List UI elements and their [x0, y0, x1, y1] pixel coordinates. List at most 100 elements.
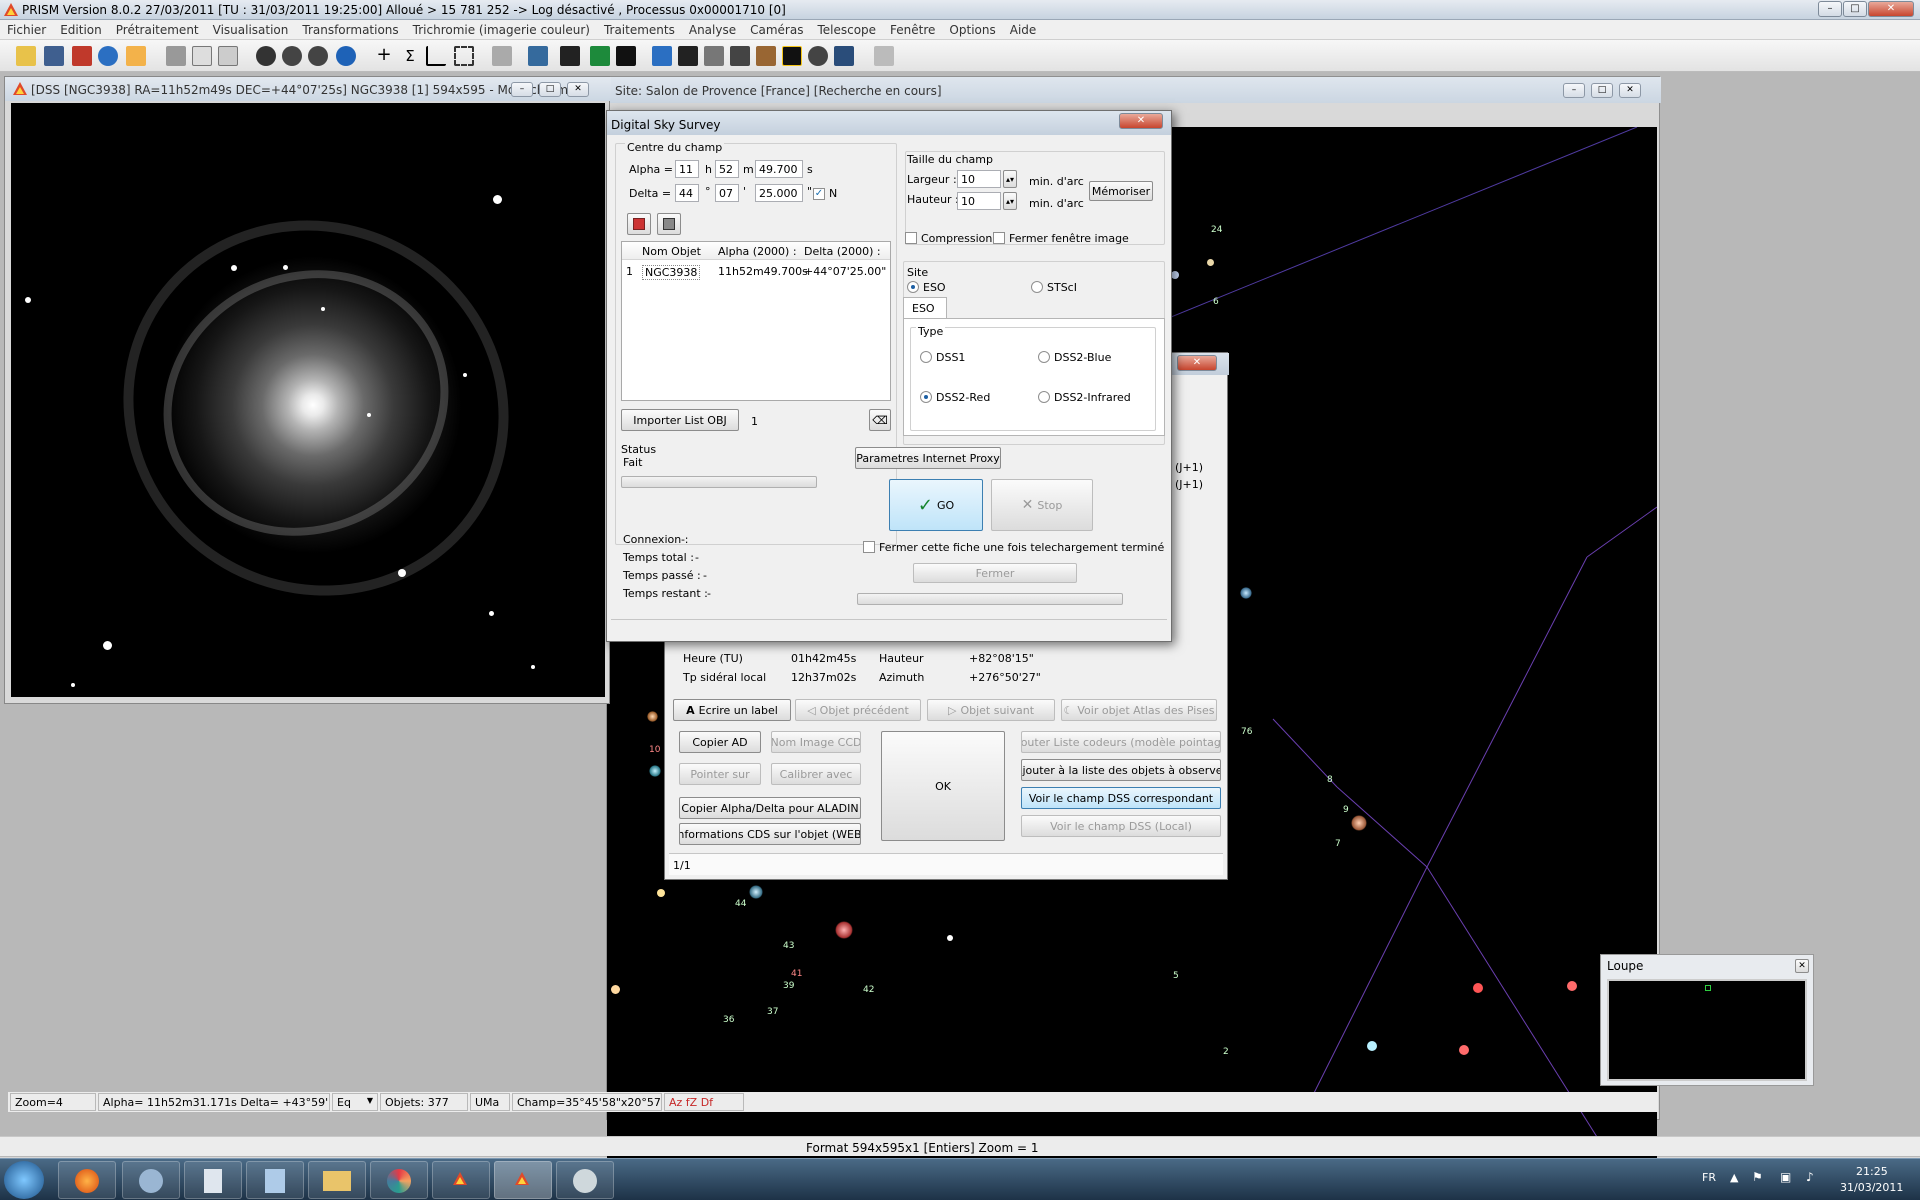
copier-aladin-button[interactable]: Copier Alpha/Delta pour ALADIN	[679, 797, 861, 819]
save-red-icon[interactable]	[72, 46, 92, 66]
menu-aide[interactable]: Aide	[1003, 20, 1044, 37]
tray-chevron-icon[interactable]: ▲	[1730, 1171, 1738, 1184]
img-minimize-button[interactable]: –	[511, 82, 533, 97]
map-maximize-button[interactable]: □	[1591, 83, 1613, 98]
fermer-fenetre-image-checkbox[interactable]	[993, 232, 1005, 244]
alpha-minutes-input[interactable]: 52	[715, 160, 739, 178]
calibrer-avec-button[interactable]: Calibrer avec	[771, 763, 861, 785]
compression-checkbox[interactable]	[905, 232, 917, 244]
prism-taskbar-icon[interactable]	[432, 1161, 490, 1199]
minimize-button[interactable]: –	[1818, 1, 1842, 17]
tab-eso[interactable]: ESO	[903, 297, 947, 319]
paste-icon[interactable]	[218, 46, 238, 66]
menu-edition[interactable]: Edition	[53, 20, 109, 37]
fermer-fiche-checkbox[interactable]	[863, 541, 875, 553]
voir-atlas-button[interactable]: ☾ Voir objet Atlas des Pises	[1061, 699, 1217, 721]
object-dialog-close-button[interactable]: ✕	[1177, 355, 1217, 371]
proxy-button[interactable]: Parametres Internet Proxy	[855, 447, 1001, 469]
maximize-button[interactable]: □	[1843, 1, 1867, 17]
menu-trichromie[interactable]: Trichromie (imagerie couleur)	[406, 20, 597, 37]
language-indicator[interactable]: FR	[1702, 1171, 1716, 1184]
galaxy-image[interactable]	[11, 103, 605, 697]
calculator-icon[interactable]	[184, 1161, 242, 1199]
site-eso-radio[interactable]	[907, 281, 919, 293]
pen-icon[interactable]	[704, 46, 724, 66]
voir-champ-dss-local-button[interactable]: Voir le champ DSS (Local)	[1021, 815, 1221, 837]
undo-icon[interactable]	[166, 46, 186, 66]
volume-icon[interactable]: ♪	[1806, 1170, 1814, 1184]
stop-button[interactable]: ✕ Stop	[991, 479, 1093, 531]
largeur-input[interactable]: 10	[957, 170, 1001, 188]
target-icon[interactable]	[808, 46, 828, 66]
menu-analyse[interactable]: Analyse	[682, 20, 743, 37]
grid-icon[interactable]	[756, 46, 776, 66]
network-icon[interactable]: ▣	[1780, 1170, 1791, 1184]
people-icon[interactable]	[652, 46, 672, 66]
notes-icon[interactable]	[246, 1161, 304, 1199]
select-rect-icon[interactable]	[454, 46, 474, 66]
menu-traitements[interactable]: Traitements	[597, 20, 682, 37]
paste-object-button[interactable]	[657, 213, 681, 235]
star-icon[interactable]	[782, 46, 802, 66]
menu-pretraitement[interactable]: Prétraitement	[109, 20, 206, 37]
loupe-close-button[interactable]: ✕	[1795, 959, 1809, 973]
importer-list-obj-button[interactable]: Importer List OBJ	[621, 409, 739, 431]
calc-icon[interactable]	[492, 46, 512, 66]
windows-icon[interactable]	[528, 46, 548, 66]
hauteur-input[interactable]: 10	[957, 192, 1001, 210]
plugin-icon[interactable]	[874, 46, 894, 66]
add-object-button[interactable]	[627, 213, 651, 235]
alpha-seconds-input[interactable]: 49.700	[755, 160, 803, 178]
map-close-button[interactable]: ✕	[1619, 83, 1641, 98]
mail-icon[interactable]	[122, 1161, 180, 1199]
zoom-icon[interactable]	[256, 46, 276, 66]
pointer-sur-button[interactable]: Pointer sur	[679, 763, 761, 785]
copy-icon[interactable]	[192, 46, 212, 66]
map-minimize-button[interactable]: –	[1563, 83, 1585, 98]
zoom-fit-icon[interactable]	[336, 46, 356, 66]
table-row[interactable]: 1 NGC3938 11h52m49.700s +44°07'25.00"	[622, 262, 890, 280]
hauteur-spinner[interactable]: ▴▾	[1003, 192, 1017, 210]
close-button[interactable]: ✕	[1868, 1, 1914, 17]
starfield-icon[interactable]	[616, 46, 636, 66]
largeur-spinner[interactable]: ▴▾	[1003, 170, 1017, 188]
site-stsci-radio[interactable]	[1031, 281, 1043, 293]
alpha-hours-input[interactable]: 11	[675, 160, 699, 178]
delta-degrees-input[interactable]: 44	[675, 184, 699, 202]
ajouter-liste-objets-button[interactable]: Ajouter à la liste des objets à observer	[1021, 759, 1221, 781]
ok-button[interactable]: OK	[881, 731, 1005, 841]
memoriser-button[interactable]: Mémoriser	[1089, 181, 1153, 201]
go-button[interactable]: ✓ GO	[889, 479, 983, 531]
start-button[interactable]	[4, 1161, 44, 1199]
ajouter-liste-codeurs-button[interactable]: Ajouter Liste codeurs (modèle pointage)	[1021, 731, 1221, 753]
fermer-button[interactable]: Fermer	[913, 563, 1077, 583]
spectrum-icon[interactable]	[560, 46, 580, 66]
zoom-out-icon[interactable]	[308, 46, 328, 66]
objet-precedent-button[interactable]: ◁ Objet précédent	[795, 699, 921, 721]
delta-seconds-input[interactable]: 25.000	[755, 184, 803, 202]
dss2red-radio[interactable]	[920, 391, 932, 403]
menu-transformations[interactable]: Transformations	[295, 20, 405, 37]
objet-suivant-button[interactable]: ▷ Objet suivant	[927, 699, 1055, 721]
media-icon[interactable]	[370, 1161, 428, 1199]
telescope-icon[interactable]	[590, 46, 610, 66]
firefox-icon[interactable]	[58, 1161, 116, 1199]
menu-telescope[interactable]: Telescope	[810, 20, 883, 37]
dss1-radio[interactable]	[920, 351, 932, 363]
img-close-button[interactable]: ✕	[567, 82, 589, 97]
align-icon[interactable]	[730, 46, 750, 66]
delta-minutes-input[interactable]: 07	[715, 184, 739, 202]
menu-fenetre[interactable]: Fenêtre	[883, 20, 942, 37]
save-icon[interactable]	[44, 46, 64, 66]
map-icon[interactable]	[834, 46, 854, 66]
graph-icon[interactable]	[426, 46, 446, 66]
bar-chart-icon[interactable]	[678, 46, 698, 66]
clock-time[interactable]: 21:25	[1856, 1165, 1888, 1178]
flag-icon[interactable]: ⚑	[1752, 1170, 1763, 1184]
info-icon[interactable]	[98, 46, 118, 66]
eq-dropdown[interactable]: Eq ▼	[332, 1093, 378, 1111]
dss2blue-radio[interactable]	[1038, 351, 1050, 363]
north-checkbox[interactable]: ✓	[813, 188, 825, 200]
objects-table[interactable]: Nom Objet Alpha (2000) : Delta (2000) : …	[621, 241, 891, 401]
print-icon[interactable]	[126, 46, 146, 66]
